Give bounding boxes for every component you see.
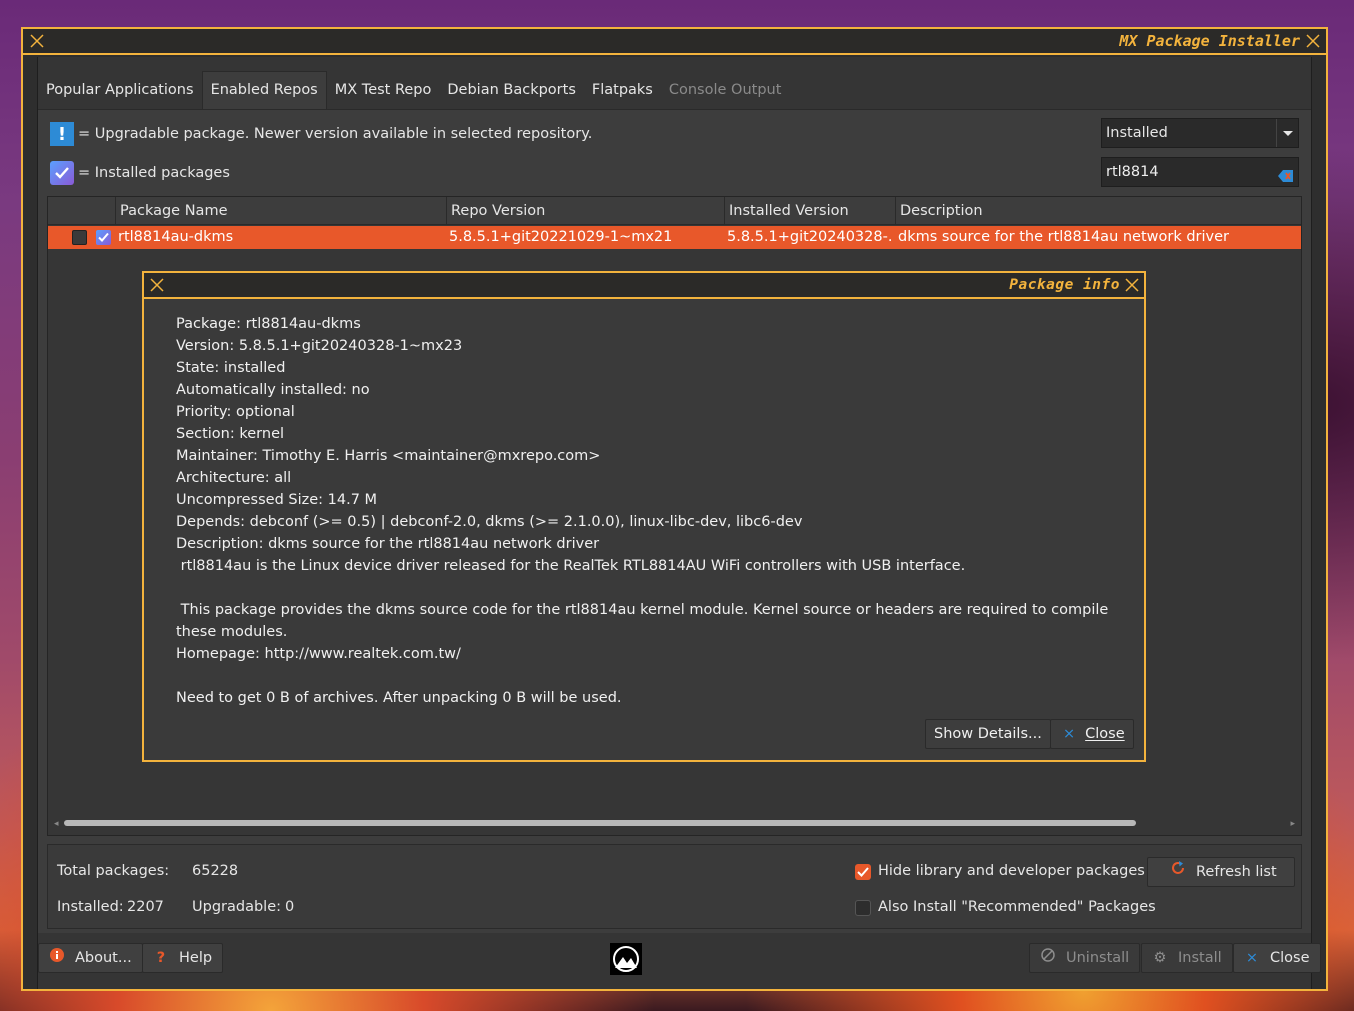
installed-label: Installed: bbox=[57, 899, 124, 915]
install-button[interactable]: ⚙ Install bbox=[1141, 943, 1233, 973]
package-info-dialog: Package info Package: rtl8814au-dkms Vers… bbox=[142, 271, 1146, 762]
tab-console-output[interactable]: Console Output bbox=[661, 71, 790, 109]
upgradable-icon: ! bbox=[50, 122, 74, 146]
info-line: rtl8814au is the Linux device driver rel… bbox=[176, 558, 966, 574]
clear-search-icon[interactable] bbox=[1278, 165, 1294, 182]
search-input-value: rtl8814 bbox=[1106, 164, 1159, 180]
about-button[interactable]: About... bbox=[38, 943, 143, 973]
info-line: Uncompressed Size: 14.7 M bbox=[176, 492, 378, 508]
info-line bbox=[176, 665, 1120, 687]
info-line: Package: rtl8814au-dkms bbox=[176, 316, 361, 332]
scroll-left-icon[interactable]: ◂ bbox=[54, 819, 59, 829]
header-installed-version[interactable]: Installed Version bbox=[724, 197, 895, 225]
window-close-icon[interactable] bbox=[1305, 33, 1321, 49]
close-button[interactable]: × Close bbox=[1233, 943, 1321, 973]
dialog-close-icon[interactable] bbox=[1124, 277, 1140, 293]
legend-upgradable: ! = Upgradable package. Newer version av… bbox=[50, 122, 592, 146]
dialog-close-label: Close bbox=[1085, 726, 1125, 742]
dialog-menu-icon[interactable] bbox=[149, 277, 165, 293]
row-select-checkbox[interactable] bbox=[72, 230, 87, 245]
search-input[interactable]: rtl8814 bbox=[1101, 157, 1299, 187]
row-package-name: rtl8814au-dkms bbox=[118, 229, 234, 245]
help-label: Help bbox=[179, 950, 213, 966]
row-repo-version: 5.8.5.1+git20221029-1~mx21 bbox=[449, 229, 673, 245]
info-line: Version: 5.8.5.1+git20240328-1~mx23 bbox=[176, 338, 463, 354]
uninstall-icon bbox=[1040, 944, 1056, 972]
header-checkbox bbox=[48, 197, 115, 225]
total-packages-value: 65228 bbox=[192, 863, 239, 879]
refresh-list-button[interactable]: Refresh list bbox=[1147, 857, 1295, 887]
legend-upgradable-text: = Upgradable package. Newer version avai… bbox=[78, 126, 593, 142]
legend-installed-text: = Installed packages bbox=[78, 165, 230, 181]
info-line: This package provides the dkms source co… bbox=[176, 602, 1113, 640]
close-icon: × bbox=[1063, 726, 1076, 742]
row-description: dkms source for the rtl8814au network dr… bbox=[898, 229, 1230, 245]
upgradable-value: 0 bbox=[285, 899, 295, 915]
tab-flatpaks[interactable]: Flatpaks bbox=[584, 71, 661, 109]
package-info-text: Package: rtl8814au-dkms Version: 5.8.5.1+… bbox=[176, 313, 1120, 709]
close-icon: × bbox=[1245, 950, 1259, 966]
footer-bar: About... ? Help Uninstall ⚙ Install × Cl… bbox=[38, 933, 1321, 989]
gear-icon: ⚙ bbox=[1153, 950, 1167, 966]
header-description[interactable]: Description bbox=[895, 197, 1301, 225]
scrollbar-thumb[interactable] bbox=[64, 820, 1136, 826]
info-line: Homepage: http://www.realtek.com.tw/ bbox=[176, 646, 461, 662]
info-line bbox=[176, 577, 1120, 599]
info-line: Description: dkms source for the rtl8814… bbox=[176, 536, 600, 552]
header-repo-version[interactable]: Repo Version bbox=[446, 197, 724, 225]
tab-popular-applications[interactable]: Popular Applications bbox=[38, 71, 202, 109]
tab-bar: Popular Applications Enabled Repos MX Te… bbox=[38, 71, 789, 109]
recommended-checkbox[interactable] bbox=[855, 900, 871, 916]
close-label: Close bbox=[1270, 950, 1310, 966]
installed-check-icon bbox=[50, 161, 74, 185]
header-package-name[interactable]: Package Name bbox=[115, 197, 446, 225]
info-line: Maintainer: Timothy E. Harris <maintaine… bbox=[176, 448, 601, 464]
legend-installed: = Installed packages bbox=[50, 161, 230, 185]
refresh-icon bbox=[1170, 858, 1186, 886]
table-header: Package Name Repo Version Installed Vers… bbox=[48, 197, 1301, 225]
dialog-close-button[interactable]: × Close bbox=[1050, 719, 1134, 749]
status-panel: Total packages: 65228 Installed: 2207 Up… bbox=[47, 844, 1302, 929]
info-line: State: installed bbox=[176, 360, 286, 376]
installed-value: 2207 bbox=[127, 899, 164, 915]
tab-enabled-repos[interactable]: Enabled Repos bbox=[201, 71, 327, 109]
dialog-titlebar[interactable]: Package info bbox=[144, 273, 1144, 299]
window-title: MX Package Installer bbox=[1119, 32, 1300, 50]
show-details-button[interactable]: Show Details... bbox=[925, 719, 1051, 749]
filter-select-value: Installed bbox=[1106, 125, 1168, 141]
hide-library-label[interactable]: Hide library and developer packages bbox=[878, 863, 1145, 879]
window-titlebar[interactable]: MX Package Installer bbox=[23, 29, 1326, 55]
mx-logo bbox=[610, 943, 642, 975]
row-installed-version: 5.8.5.1+git20240328-... bbox=[727, 229, 892, 245]
help-button[interactable]: ? Help bbox=[142, 943, 224, 973]
filter-select[interactable]: Installed bbox=[1101, 118, 1299, 148]
info-line: Architecture: all bbox=[176, 470, 292, 486]
dialog-title: Package info bbox=[1009, 277, 1120, 293]
refresh-list-label: Refresh list bbox=[1196, 864, 1277, 880]
installed-check-icon bbox=[96, 230, 111, 245]
tab-debian-backports[interactable]: Debian Backports bbox=[439, 71, 583, 109]
window-menu-icon[interactable] bbox=[29, 33, 45, 49]
info-line: Depends: debconf (>= 0.5) | debconf-2.0,… bbox=[176, 514, 803, 530]
help-icon: ? bbox=[156, 950, 166, 966]
chevron-down-icon[interactable] bbox=[1276, 119, 1298, 147]
info-line: Section: kernel bbox=[176, 426, 285, 442]
recommended-label[interactable]: Also Install "Recommended" Packages bbox=[878, 899, 1156, 915]
about-label: About... bbox=[75, 950, 132, 966]
uninstall-button[interactable]: Uninstall bbox=[1029, 943, 1141, 973]
horizontal-scrollbar[interactable]: ◂ ▸ bbox=[54, 819, 1295, 829]
uninstall-label: Uninstall bbox=[1066, 950, 1130, 966]
total-packages-label: Total packages: bbox=[57, 863, 170, 879]
tab-mx-test-repo[interactable]: MX Test Repo bbox=[327, 71, 440, 109]
table-row[interactable]: rtl8814au-dkms 5.8.5.1+git20221029-1~mx2… bbox=[48, 226, 1301, 249]
install-label: Install bbox=[1178, 950, 1222, 966]
info-line: Need to get 0 B of archives. After unpac… bbox=[176, 690, 622, 706]
hide-library-checkbox[interactable] bbox=[855, 864, 871, 880]
info-line: Automatically installed: no bbox=[176, 382, 370, 398]
upgradable-label: Upgradable: bbox=[192, 899, 281, 915]
scroll-right-icon[interactable]: ▸ bbox=[1290, 819, 1295, 829]
info-icon bbox=[49, 944, 65, 972]
info-line: Priority: optional bbox=[176, 404, 295, 420]
